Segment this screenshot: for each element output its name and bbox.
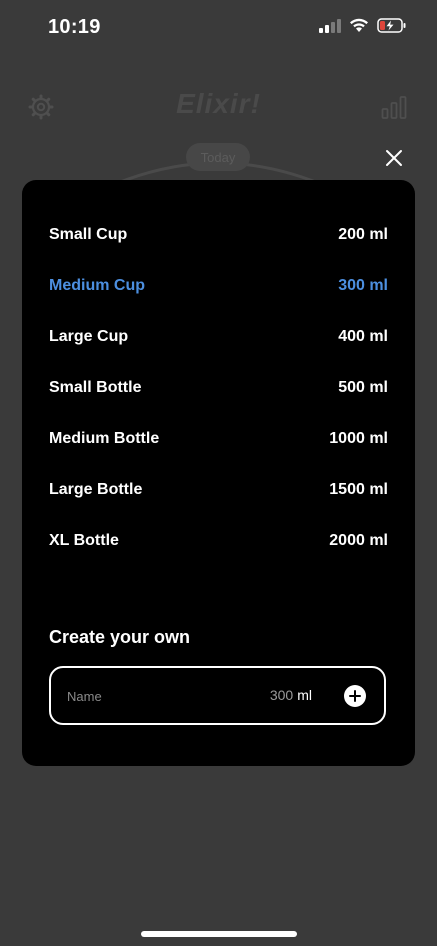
add-custom-button[interactable] (344, 685, 366, 707)
create-your-own-heading: Create your own (49, 627, 191, 647)
preset-row-medium-bottle[interactable]: Medium Bottle 1000 ml (49, 414, 388, 465)
today-pill: Today (186, 143, 250, 171)
preset-name: Small Cup (49, 226, 128, 244)
home-indicator[interactable] (141, 931, 297, 937)
preset-row-large-cup[interactable]: Large Cup 400 ml (49, 312, 388, 363)
drink-size-sheet: Small Cup 200 ml Medium Cup 300 ml Large… (22, 180, 415, 766)
preset-name: Medium Cup (49, 277, 145, 295)
preset-list: Small Cup 200 ml Medium Cup 300 ml Large… (49, 210, 388, 566)
create-custom-field: 300 ml (49, 666, 386, 725)
preset-amount: 1500 ml (329, 480, 388, 498)
preset-name: Medium Bottle (49, 430, 160, 447)
plus-icon (349, 690, 361, 702)
close-icon (386, 150, 402, 166)
preset-name: XL Bottle (49, 531, 119, 549)
preset-amount: 500 ml (338, 379, 388, 397)
preset-name: Large Cup (49, 328, 129, 346)
preset-name: Small Bottle (49, 379, 142, 397)
preset-row-small-bottle[interactable]: Small Bottle 500 ml (49, 363, 388, 414)
preset-row-medium-cup[interactable]: Medium Cup 300 ml (49, 261, 388, 312)
custom-name-input[interactable] (65, 682, 229, 710)
preset-name: Large Bottle (49, 480, 143, 498)
custom-amount-value: 300 (269, 687, 294, 703)
preset-amount: 1000 ml (329, 430, 388, 447)
preset-row-xl-bottle[interactable]: XL Bottle 2000 ml (49, 515, 388, 566)
custom-amount[interactable]: 300 ml (270, 687, 312, 703)
app-title: Elixir! (176, 88, 261, 119)
preset-amount: 300 ml (338, 277, 388, 295)
custom-amount-unit: ml (297, 687, 312, 703)
preset-row-large-bottle[interactable]: Large Bottle 1500 ml (49, 464, 388, 515)
preset-row-small-cup[interactable]: Small Cup 200 ml (49, 210, 388, 261)
close-button[interactable] (380, 144, 408, 172)
preset-amount: 200 ml (338, 226, 388, 244)
preset-amount: 400 ml (338, 328, 388, 346)
bar-chart-icon (381, 96, 407, 119)
preset-amount: 2000 ml (329, 531, 388, 549)
